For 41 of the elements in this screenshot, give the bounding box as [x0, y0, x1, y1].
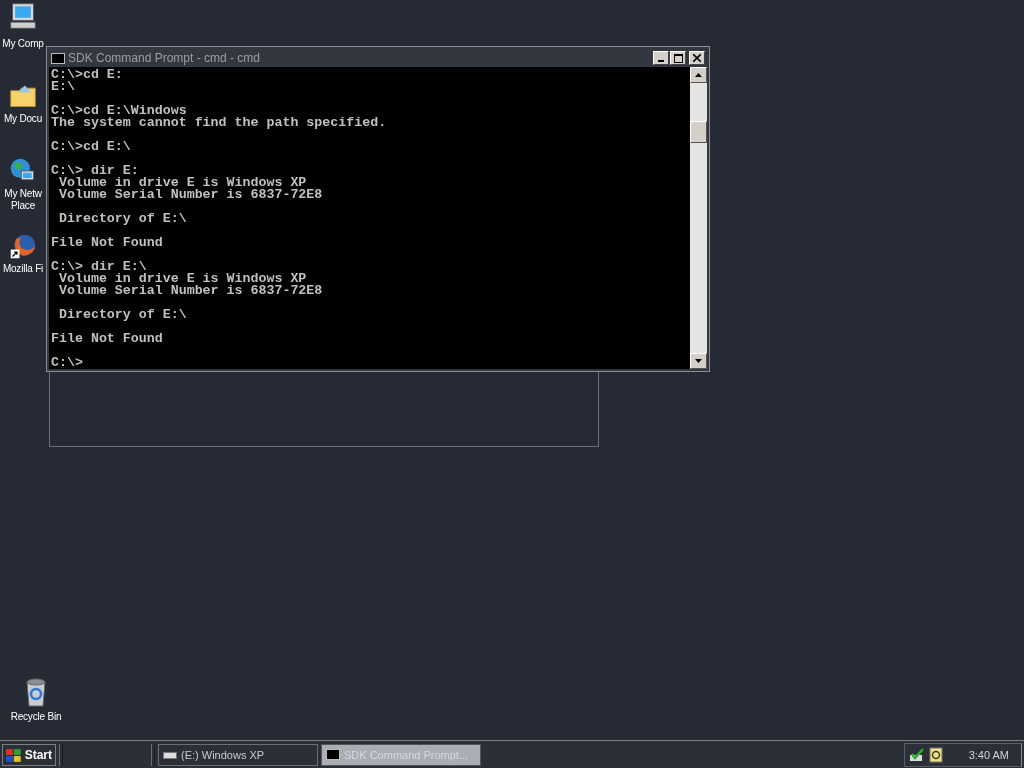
console-line: E:\ [51, 81, 76, 93]
taskbar-button[interactable]: (E:) Windows XP [158, 743, 318, 766]
close-icon [693, 54, 701, 62]
window-title: SDK Command Prompt - cmd - cmd [68, 51, 262, 65]
console-line: Volume in drive E is Windows XP [57, 177, 307, 189]
console-line: C:\> [51, 357, 84, 369]
icon-label[interactable]: My Comp [2, 38, 44, 50]
browser-icon[interactable] [9, 232, 37, 260]
maximize-button[interactable] [670, 51, 686, 65]
console-line: File Not Found [51, 333, 164, 345]
console-line: Volume Serial Number is 6837-72E8 [57, 189, 324, 201]
computer-icon[interactable] [9, 2, 37, 30]
console-line: C:\> dir E: [51, 165, 139, 177]
console-line: File Not Found [51, 237, 164, 249]
close-button[interactable] [689, 51, 705, 65]
console-line: C:\> dir E:\ [51, 261, 147, 273]
console-line: C:\>cd E:\Windows [51, 105, 188, 117]
network-status-icon[interactable] [909, 746, 925, 763]
clock: 3:40 AM [968, 748, 1010, 761]
scroll-down-arrow-icon [695, 359, 702, 363]
windows-logo-icon [6, 747, 22, 762]
console-icon [326, 749, 340, 760]
icon-label[interactable]: Mozilla Fi [2, 263, 44, 275]
scrollbar-thumb[interactable] [690, 121, 707, 143]
console-line: Directory of E:\ [57, 309, 188, 321]
console-line: The system cannot find the path specified. [51, 117, 388, 129]
maximize-icon [673, 53, 683, 63]
console-line: C:\>cd E:\ [51, 141, 132, 153]
console-line: Directory of E:\ [57, 213, 188, 225]
icon-label[interactable]: My Netw Place [4, 188, 42, 212]
console-icon [51, 52, 65, 64]
console-line: Volume in drive E is Windows XP [57, 273, 307, 285]
scroll-up-arrow-icon [695, 73, 702, 77]
console-line: C:\>cd E: [51, 69, 124, 81]
icon-label[interactable]: My Docu [3, 113, 43, 125]
start-button[interactable]: Start [2, 743, 56, 766]
minimize-button[interactable] [653, 51, 669, 65]
scrollbar[interactable] [690, 67, 707, 369]
console-line: Volume Serial Number is 6837-72E8 [57, 285, 324, 297]
icon-label[interactable]: Recycle Bin [10, 711, 62, 723]
drive-icon [163, 749, 177, 760]
